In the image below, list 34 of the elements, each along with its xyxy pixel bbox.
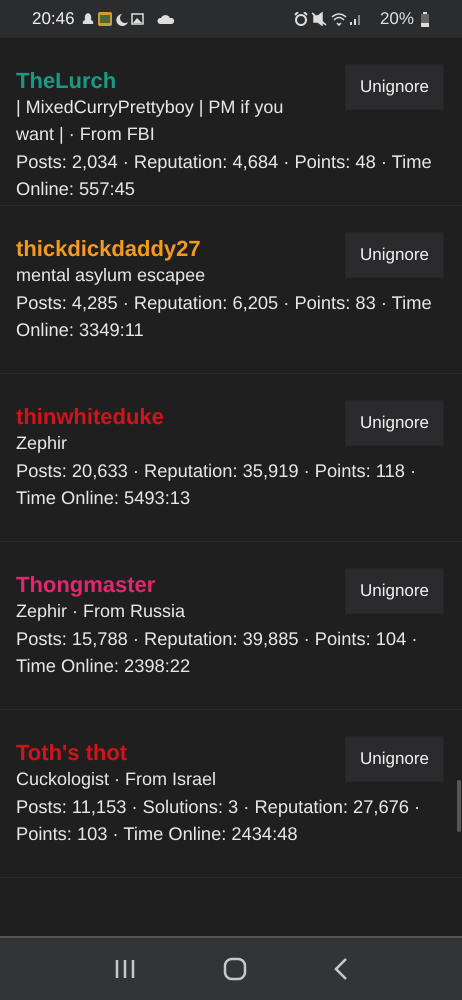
member-name[interactable]: Thongmaster [16,572,156,598]
battery-level: 20% [380,9,414,29]
member-title: Cuckologist · From Israel [16,768,218,791]
image-icon [130,13,144,25]
member-name[interactable]: TheLurch [16,68,116,94]
alarm-icon [294,12,308,26]
member-title: | MixedCurryPrettyboy | PM if you want | · From FBI [16,96,284,146]
scrollbar[interactable] [457,780,461,832]
home-icon[interactable] [222,957,247,981]
back-icon[interactable] [334,958,348,980]
unignore-button[interactable]: Unignore [345,64,444,110]
unignore-button[interactable]: Unignore [345,400,444,446]
member-stats: Posts: 20,633 · Reputation: 35,919 · Points: 118 · Time Online: 5493:13 [16,459,418,510]
app-icon [98,12,112,26]
wifi-icon [331,13,347,26]
ghost-icon [82,13,93,24]
mute-icon [311,12,327,26]
signal-icon [350,15,360,25]
member-stats: Posts: 2,034 · Reputation: 4,684 · Points: 48 · Time Online: 557:45 [16,150,433,201]
cloud-icon [156,13,175,25]
unignore-button[interactable]: Unignore [345,232,444,278]
unignore-button[interactable]: Unignore [345,568,444,614]
member-stats: Posts: 11,153 · Solutions: 3 · Reputation: 27,676 · Points: 103 · Time Online: 2434:48 [16,795,422,846]
member-title: mental asylum escapee [16,264,206,287]
recent-apps-icon[interactable] [114,959,136,979]
clock: 20:46 [32,9,75,29]
battery-icon [420,12,430,26]
member-stats: Posts: 15,788 · Reputation: 39,885 · Points: 104 · Time Online: 2398:22 [16,627,418,678]
member-title: Zephir [16,432,68,455]
member-name[interactable]: thickdickdaddy27 [16,236,201,262]
member-title: Zephir · From Russia [16,600,186,623]
unignore-button[interactable]: Unignore [345,736,444,782]
moon-icon [116,14,128,26]
member-stats: Posts: 4,285 · Reputation: 6,205 · Points: 83 · Time Online: 3349:11 [16,291,433,342]
